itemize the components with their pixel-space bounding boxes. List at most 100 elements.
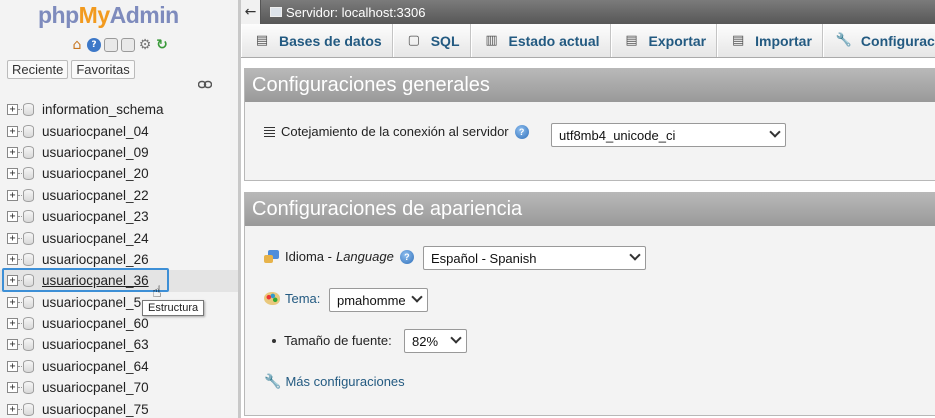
database-item[interactable]: + usuariocpanel_36 [0, 270, 238, 292]
database-tree: + information_schema + usuariocpanel_04 + usu… [0, 99, 238, 418]
database-name[interactable]: usuariocpanel_64 [42, 359, 149, 374]
expand-plus-icon[interactable]: + [7, 403, 18, 415]
database-icon[interactable] [23, 103, 34, 117]
menu-tab-label: Exportar [648, 32, 707, 49]
database-name[interactable]: usuariocpanel_09 [42, 145, 149, 160]
fontsize-label: Tamaño de fuente: [284, 333, 392, 348]
database-name[interactable]: usuariocpanel_22 [42, 188, 149, 203]
database-item[interactable]: + usuariocpanel_24 [0, 227, 238, 248]
expand-plus-icon[interactable]: + [7, 360, 18, 372]
database-name[interactable]: usuariocpanel_26 [42, 252, 149, 267]
database-name[interactable]: usuariocpanel_24 [42, 231, 149, 246]
phpmyadmin-logo[interactable]: phpMyAdmin [38, 2, 179, 29]
expand-plus-icon[interactable]: + [7, 339, 18, 351]
link-chain-icon[interactable] [198, 80, 212, 89]
help-icon[interactable]: ? [514, 124, 529, 139]
database-name[interactable]: usuariocpanel_04 [42, 124, 149, 139]
theme-select[interactable]: pmahomme [329, 288, 428, 312]
expand-plus-icon[interactable]: + [7, 253, 18, 265]
reload-icon[interactable]: ↻ [155, 38, 169, 52]
panel-title: Configuraciones de apariencia [245, 193, 935, 226]
database-name[interactable]: usuariocpanel_70 [42, 380, 149, 395]
server-breadcrumb[interactable]: Servidor: localhost:3306 [286, 5, 425, 20]
database-name[interactable]: usuariocpanel_20 [42, 166, 149, 181]
nav-resizer[interactable] [238, 0, 241, 418]
expand-plus-icon[interactable]: + [7, 275, 18, 287]
expand-plus-icon[interactable]: + [7, 211, 18, 223]
expand-plus-icon[interactable]: + [7, 125, 18, 137]
theme-label[interactable]: Tema: [285, 291, 320, 306]
database-item[interactable]: + usuariocpanel_70 [0, 377, 238, 398]
database-name[interactable]: usuariocpanel_63 [42, 337, 149, 352]
database-icon[interactable] [23, 167, 34, 181]
database-icon[interactable] [23, 338, 34, 352]
collapse-nav-button[interactable]: ← [241, 0, 261, 24]
database-icon[interactable] [23, 359, 34, 373]
menu-tab[interactable]: 🔧 Configuración [822, 24, 935, 57]
tree-connector [18, 258, 22, 260]
database-icon[interactable] [23, 124, 34, 138]
database-name[interactable]: usuariocpanel_36 [42, 273, 149, 288]
database-item[interactable]: + information_schema [0, 99, 238, 120]
expand-plus-icon[interactable]: + [7, 146, 18, 158]
expand-plus-icon[interactable]: + [7, 168, 18, 180]
language-row: Idioma - Language ? [264, 249, 414, 264]
server-icon [270, 7, 282, 17]
docs-sql-icon[interactable] [121, 38, 135, 52]
database-icon[interactable] [23, 231, 34, 245]
database-item[interactable]: + usuariocpanel_75 [0, 398, 238, 418]
database-item[interactable]: + usuariocpanel_09 [0, 142, 238, 163]
menu-tab[interactable]: ▥ Estado actual [470, 24, 611, 57]
database-item[interactable]: + usuariocpanel_04 [0, 120, 238, 141]
more-settings-row: 🔧 Más configuraciones [264, 373, 405, 390]
docs-icon[interactable] [104, 38, 118, 52]
database-name[interactable]: information_schema [42, 102, 164, 117]
tree-connector [18, 323, 22, 325]
chevron-down-icon [411, 291, 423, 303]
menu-tab[interactable]: ▤ Bases de datos [241, 24, 393, 57]
menu-tab[interactable]: ▤ Exportar [610, 24, 718, 57]
database-icon[interactable] [23, 402, 34, 416]
expand-plus-icon[interactable]: + [7, 104, 18, 116]
database-name[interactable]: usuariocpanel_75 [42, 402, 149, 417]
menu-tab[interactable]: ▤ Importar [717, 24, 823, 57]
database-icon[interactable] [23, 252, 34, 266]
settings-gear-icon[interactable]: ⚙ [138, 38, 152, 52]
database-item[interactable]: + usuariocpanel_23 [0, 206, 238, 227]
help-icon[interactable]: ? [87, 38, 101, 52]
database-item[interactable]: + usuariocpanel_64 [0, 356, 238, 377]
more-settings-link[interactable]: Más configuraciones [285, 374, 404, 389]
collation-row: Cotejamiento de la conexión al servidor … [264, 124, 529, 139]
database-item[interactable]: + usuariocpanel_20 [0, 163, 238, 184]
home-icon[interactable]: ⌂ [70, 38, 84, 52]
expand-plus-icon[interactable]: + [7, 318, 18, 330]
database-item[interactable]: + usuariocpanel_63 [0, 334, 238, 355]
database-item[interactable]: + usuariocpanel_22 [0, 185, 238, 206]
expand-plus-icon[interactable]: + [7, 382, 18, 394]
expand-plus-icon[interactable]: + [7, 296, 18, 308]
tab-favorites[interactable]: Favoritas [71, 60, 135, 79]
database-icon[interactable] [23, 145, 34, 159]
database-name[interactable]: usuariocpanel_23 [42, 209, 149, 224]
fontsize-select[interactable]: 82% [404, 329, 467, 353]
import-icon: ▤ [731, 33, 745, 48]
database-icon[interactable] [23, 188, 34, 202]
collation-select[interactable]: utf8mb4_unicode_ci [551, 123, 786, 147]
menu-tab-label: SQL [430, 32, 460, 49]
language-select[interactable]: Español - Spanish [423, 246, 646, 270]
tab-recent[interactable]: Reciente [7, 60, 69, 79]
database-icon[interactable] [23, 317, 34, 331]
database-icon[interactable] [23, 210, 34, 224]
menu-tab[interactable]: ▢ SQL [392, 24, 471, 57]
database-name[interactable]: usuariocpanel_5 [42, 295, 141, 310]
chevron-down-icon [629, 249, 641, 261]
database-icon[interactable] [23, 381, 34, 395]
database-name[interactable]: usuariocpanel_60 [42, 316, 149, 331]
expand-plus-icon[interactable]: + [7, 232, 18, 244]
database-item[interactable]: + usuariocpanel_26 [0, 249, 238, 270]
database-icon[interactable] [23, 274, 34, 288]
database-item[interactable]: + usuariocpanel_60 [0, 313, 238, 334]
expand-plus-icon[interactable]: + [7, 189, 18, 201]
database-icon[interactable] [23, 295, 34, 309]
help-icon[interactable]: ? [399, 249, 414, 264]
